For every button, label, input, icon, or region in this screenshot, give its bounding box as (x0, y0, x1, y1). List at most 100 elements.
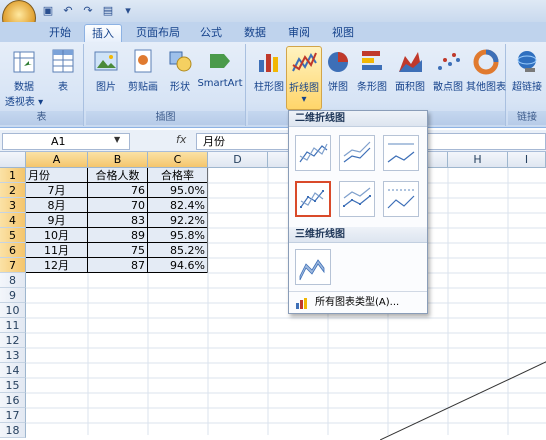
row-header[interactable]: 16 (0, 393, 26, 408)
tab-page-layout[interactable]: 页面布局 (132, 24, 184, 42)
row-header[interactable]: 4 (0, 213, 26, 228)
print-preview-icon[interactable]: ▤ (100, 3, 116, 18)
picture-icon (92, 46, 120, 76)
customize-qat-icon[interactable]: ▾ (120, 3, 136, 18)
line-with-markers-thumb[interactable] (295, 181, 331, 217)
undo-icon[interactable]: ↶ (60, 3, 76, 18)
hyperlink-label: 超链接 (512, 82, 542, 93)
smartart-icon (206, 46, 234, 76)
shapes-label: 形状 (170, 82, 190, 93)
name-box[interactable]: A1 (2, 133, 130, 150)
column-chart-icon (255, 46, 283, 76)
bar-chart-label: 条形图 (357, 82, 387, 93)
column-header-b[interactable]: B (88, 152, 148, 168)
other-charts-button[interactable]: 其他图表 (466, 46, 506, 93)
row-header[interactable]: 12 (0, 333, 26, 348)
group-table: 数据 透视表 ▾ 表 表 (0, 44, 84, 126)
formula-bar: A1 ▼ fx 月份 (0, 130, 546, 152)
ribbon-tabs: 开始 插入 页面布局 公式 数据 审阅 视图 (0, 22, 546, 42)
hyperlink-button[interactable]: 超链接 (508, 46, 546, 93)
row-header[interactable]: 5 (0, 228, 26, 243)
smartart-label: SmartArt (197, 78, 243, 89)
group-links: 超链接 链接 (508, 44, 546, 126)
row-header[interactable]: 11 (0, 318, 26, 333)
tab-review[interactable]: 审阅 (284, 24, 314, 42)
picture-label: 图片 (96, 82, 116, 93)
row-header[interactable]: 15 (0, 378, 26, 393)
area-chart-button[interactable]: 面积图 (392, 46, 428, 93)
column-header-i[interactable]: I (508, 152, 546, 168)
tab-data[interactable]: 数据 (240, 24, 270, 42)
row-header[interactable]: 14 (0, 363, 26, 378)
section-3d-line: 三维折线图 (289, 227, 427, 243)
insert-function-icon[interactable]: fx (176, 133, 186, 146)
pie-chart-label: 饼图 (328, 82, 348, 93)
shapes-icon (166, 46, 194, 76)
group-links-label: 链接 (508, 111, 546, 125)
row-header[interactable]: 3 (0, 198, 26, 213)
line-chart-button[interactable]: 折线图 ▾ (286, 46, 322, 110)
row-header[interactable]: 7 (0, 258, 26, 273)
table-button[interactable]: 表 (48, 46, 78, 93)
row-header[interactable]: 10 (0, 303, 26, 318)
row-header[interactable]: 13 (0, 348, 26, 363)
group-illustrations: 图片 剪贴画 形状 SmartArt 插图 (86, 44, 246, 126)
name-box-dropdown-icon[interactable]: ▼ (114, 135, 120, 144)
table-label: 表 (58, 82, 68, 93)
select-all-corner[interactable] (0, 152, 26, 168)
column-header-c[interactable]: C (148, 152, 208, 168)
group-table-label: 表 (0, 111, 83, 125)
all-chart-types[interactable]: 所有图表类型(A)... (289, 291, 427, 313)
picture-button[interactable]: 图片 (90, 46, 122, 93)
row-header[interactable]: 6 (0, 243, 26, 258)
redo-icon[interactable]: ↷ (80, 3, 96, 18)
line-thumb[interactable] (295, 135, 331, 171)
tab-home[interactable]: 开始 (46, 24, 74, 42)
ribbon: 数据 透视表 ▾ 表 表 图片 剪贴画 形状 SmartArt 插图 柱形图 折… (0, 42, 546, 128)
row-header[interactable]: 1 (0, 168, 26, 183)
row-header[interactable]: 9 (0, 288, 26, 303)
other-charts-label: 其他图表 (466, 82, 506, 93)
stacked-line-thumb[interactable] (339, 135, 375, 171)
percent-stacked-line-thumb[interactable] (383, 135, 419, 171)
all-chart-types-icon (296, 298, 307, 309)
stacked-line-markers-thumb[interactable] (339, 181, 375, 217)
hyperlink-icon (513, 46, 541, 76)
line-chart-label: 折线图 (289, 83, 319, 94)
column-chart-label: 柱形图 (254, 82, 284, 93)
tab-insert[interactable]: 插入 (84, 24, 122, 42)
row-header[interactable]: 2 (0, 183, 26, 198)
pie-chart-button[interactable]: 饼图 (324, 46, 352, 93)
line-chart-icon (290, 47, 318, 77)
pivot-table-icon (10, 46, 38, 76)
all-chart-types-label: 所有图表类型(A)... (315, 297, 400, 308)
column-chart-button[interactable]: 柱形图 (252, 46, 286, 93)
column-header-a[interactable]: A (26, 152, 88, 168)
scatter-chart-label: 散点图 (433, 82, 463, 93)
save-icon[interactable]: ▣ (40, 3, 56, 18)
quick-access-toolbar: ▣ ↶ ↷ ▤ ▾ (0, 0, 546, 36)
tab-formulas[interactable]: 公式 (196, 24, 226, 42)
clipart-button[interactable]: 剪贴画 (124, 46, 162, 93)
column-header-h[interactable]: H (448, 152, 508, 168)
line-chart-gallery: 二维折线图 三维折线图 所有图表类型(A)... (288, 110, 428, 314)
table-icon (49, 46, 77, 76)
section-2d-line: 二维折线图 (289, 111, 427, 127)
row-header[interactable]: 18 (0, 423, 26, 438)
bar-chart-icon (358, 46, 386, 76)
area-chart-icon (396, 46, 424, 76)
bar-chart-button[interactable]: 条形图 (354, 46, 390, 93)
group-illustrations-label: 插图 (86, 111, 245, 125)
tab-view[interactable]: 视图 (328, 24, 358, 42)
page-edge-decoration (380, 361, 546, 440)
scatter-chart-button[interactable]: 散点图 (430, 46, 466, 93)
smartart-button[interactable]: SmartArt (196, 46, 244, 89)
row-header[interactable]: 8 (0, 273, 26, 288)
3d-line-thumb[interactable] (295, 249, 331, 285)
shapes-button[interactable]: 形状 (164, 46, 196, 93)
column-header-d[interactable]: D (208, 152, 268, 168)
pivot-table-button[interactable]: 数据 透视表 ▾ (4, 46, 44, 108)
line-chart-dropdown-arrow: ▾ (301, 94, 307, 105)
row-header[interactable]: 17 (0, 408, 26, 423)
percent-stacked-line-markers-thumb[interactable] (383, 181, 419, 217)
